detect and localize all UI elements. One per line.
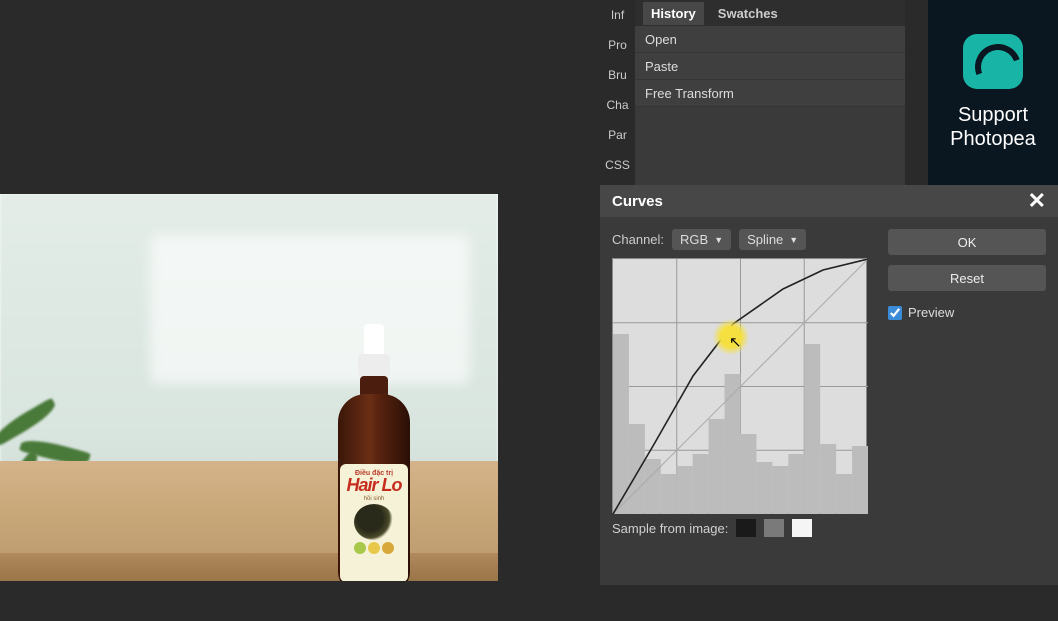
product-bottle: Điều đặc trị Hair Lo hồi sinh: [328, 324, 420, 581]
vtab-css[interactable]: CSS: [600, 150, 635, 180]
sample-black-swatch[interactable]: [736, 519, 756, 537]
chevron-down-icon: ▼: [714, 235, 723, 245]
sample-label: Sample from image:: [612, 521, 728, 536]
photopea-logo-icon: [963, 34, 1023, 89]
history-item-free-transform[interactable]: Free Transform: [635, 80, 905, 107]
right-vertical-tabs: Inf Pro Bru Cha Par CSS: [600, 0, 635, 180]
product-name: Hair Lo: [346, 475, 401, 496]
vtab-bru[interactable]: Bru: [600, 60, 635, 90]
channel-dropdown[interactable]: RGB▼: [672, 229, 731, 250]
tab-history[interactable]: History: [643, 2, 704, 25]
history-item-open[interactable]: Open: [635, 26, 905, 53]
vtab-par[interactable]: Par: [600, 120, 635, 150]
spline-dropdown[interactable]: Spline▼: [739, 229, 806, 250]
vtab-cha[interactable]: Cha: [600, 90, 635, 120]
curves-dialog: Curves ✕ Channel: RGB▼ Spline▼ ↖: [600, 185, 1058, 585]
canvas-area: Điều đặc trị Hair Lo hồi sinh: [0, 0, 600, 621]
close-icon[interactable]: ✕: [1028, 188, 1046, 214]
history-item-paste[interactable]: Paste: [635, 53, 905, 80]
vtab-inf[interactable]: Inf: [600, 0, 635, 30]
sample-gray-swatch[interactable]: [764, 519, 784, 537]
ok-button[interactable]: OK: [888, 229, 1046, 255]
chevron-down-icon: ▼: [789, 235, 798, 245]
canvas-image[interactable]: Điều đặc trị Hair Lo hồi sinh: [0, 194, 498, 581]
preview-checkbox[interactable]: Preview: [888, 305, 1046, 320]
history-panel: History Swatches Open Paste Free Transfo…: [635, 0, 905, 185]
product-sub: hồi sinh: [364, 496, 385, 502]
sample-white-swatch[interactable]: [792, 519, 812, 537]
curves-graph[interactable]: ↖: [612, 258, 867, 513]
promo-label: SupportPhotopea: [950, 103, 1036, 151]
tab-swatches[interactable]: Swatches: [710, 2, 786, 25]
promo-box[interactable]: SupportPhotopea: [928, 0, 1058, 185]
dialog-title: Curves: [612, 193, 663, 210]
vtab-pro[interactable]: Pro: [600, 30, 635, 60]
channel-label: Channel:: [612, 232, 664, 247]
reset-button[interactable]: Reset: [888, 265, 1046, 291]
preview-checkbox-input[interactable]: [888, 306, 902, 320]
